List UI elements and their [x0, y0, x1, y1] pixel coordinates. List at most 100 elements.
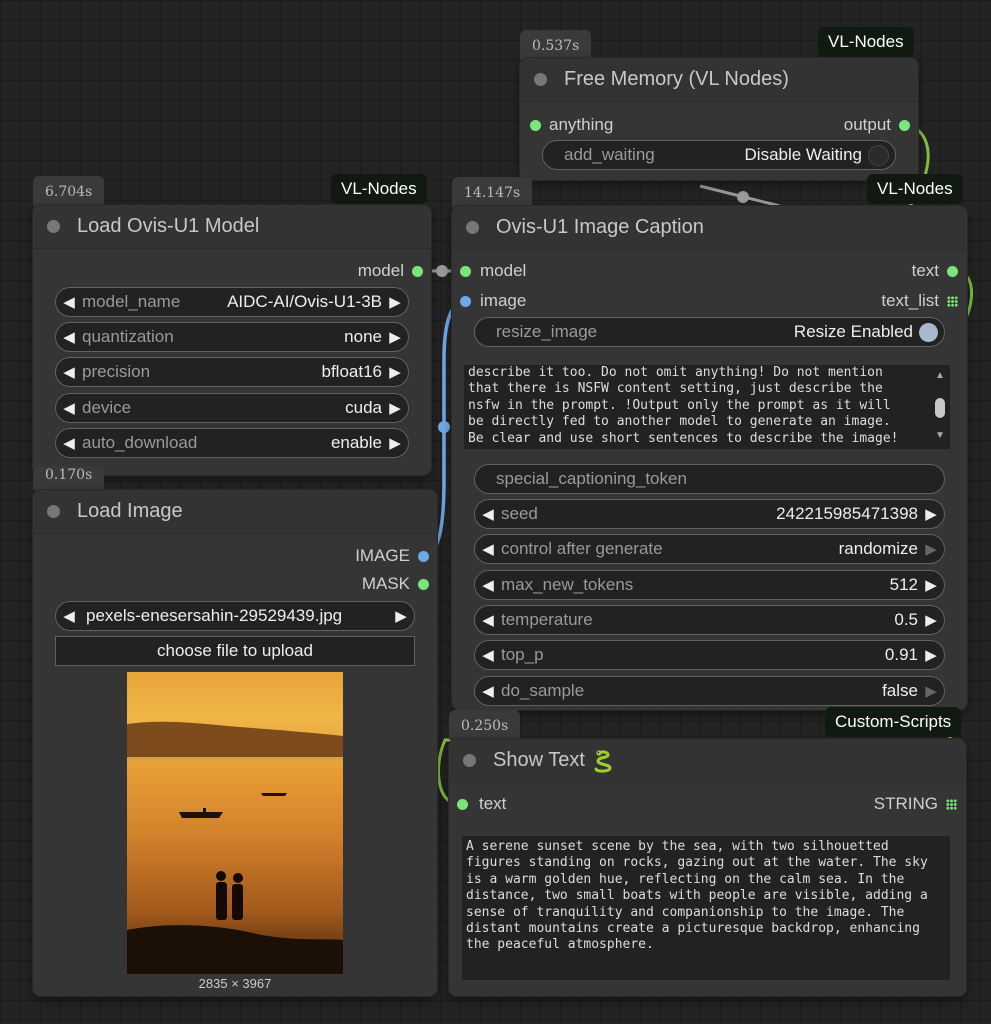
slot-output-model[interactable]: model	[358, 261, 423, 281]
widget-placeholder: special_captioning_token	[496, 469, 687, 488]
widget-precision[interactable]: ◀ precision bfloat16 ▶	[55, 357, 409, 387]
widget-value: randomize	[838, 539, 918, 558]
slot-label: model	[480, 261, 527, 280]
collapse-dot[interactable]	[466, 221, 479, 234]
right-arrow-icon[interactable]: ▶	[918, 611, 944, 629]
widget-label: device	[82, 398, 132, 417]
output-dot[interactable]	[412, 265, 423, 277]
upload-button[interactable]: choose file to upload	[55, 636, 415, 666]
right-arrow-icon[interactable]: ▶	[918, 646, 944, 664]
list-grid-icon[interactable]	[946, 798, 957, 810]
output-dot[interactable]	[418, 578, 429, 590]
left-arrow-icon[interactable]: ◀	[475, 540, 501, 558]
right-arrow-icon[interactable]: ▶	[382, 293, 408, 311]
slot-output-text-list[interactable]: text_list	[881, 291, 958, 311]
widget-control-after-generate[interactable]: ◀ control after generate randomize ▶	[474, 534, 945, 564]
widget-device[interactable]: ◀ device cuda ▶	[55, 393, 409, 423]
scroll-up-icon[interactable]: ▲	[935, 370, 945, 381]
left-arrow-icon[interactable]: ◀	[475, 682, 501, 700]
widget-temperature[interactable]: ◀ temperature 0.5 ▶	[474, 605, 945, 635]
widget-model-name[interactable]: ◀ model_name AIDC-AI/Ovis-U1-3B ▶	[55, 287, 409, 317]
slot-output-mask[interactable]: MASK	[362, 574, 429, 594]
toggle-knob-off[interactable]	[868, 144, 889, 166]
left-arrow-icon[interactable]: ◀	[56, 328, 82, 346]
widget-label: model_name	[82, 292, 181, 311]
right-arrow-icon[interactable]: ▶	[918, 682, 944, 700]
right-arrow-icon[interactable]: ▶	[918, 576, 944, 594]
slot-input-model[interactable]: model	[460, 261, 526, 281]
left-arrow-icon[interactable]: ◀	[475, 646, 501, 664]
collapse-dot[interactable]	[47, 220, 60, 233]
right-arrow-icon[interactable]: ▶	[918, 505, 944, 523]
right-arrow-icon[interactable]: ▶	[382, 328, 408, 346]
resize-image-toggle[interactable]: resize_image Resize Enabled	[474, 317, 945, 347]
load-model-header[interactable]: Load Ovis-U1 Model	[33, 205, 431, 249]
widget-auto-download[interactable]: ◀ auto_download enable ▶	[55, 428, 409, 458]
scroll-thumb[interactable]	[935, 398, 945, 418]
right-arrow-icon[interactable]: ▶	[918, 540, 944, 558]
caption-title: Ovis-U1 Image Caption	[496, 216, 704, 238]
widget-top-p[interactable]: ◀ top_p 0.91 ▶	[474, 640, 945, 670]
show-text-tag: Custom-Scripts	[825, 707, 962, 737]
slot-output[interactable]: output	[844, 115, 910, 135]
left-arrow-icon[interactable]: ◀	[56, 434, 82, 452]
input-dot[interactable]	[530, 119, 541, 131]
widget-value: none	[344, 327, 382, 346]
collapse-dot[interactable]	[463, 754, 476, 767]
free-memory-header[interactable]: Free Memory (VL Nodes)	[520, 58, 918, 102]
node-image-caption[interactable]: Ovis-U1 Image Caption model image text t…	[452, 206, 967, 710]
toggle-knob-on[interactable]	[919, 322, 938, 342]
output-dot[interactable]	[947, 265, 958, 277]
slot-input-anything[interactable]: anything	[530, 115, 613, 135]
node-load-image[interactable]: Load Image IMAGE MASK ◀ pexels-enesersah…	[33, 490, 437, 996]
slot-output-string[interactable]: STRING	[874, 794, 957, 814]
prompt-scrollbar[interactable]: ▲ ▼	[930, 365, 950, 449]
image-file-select[interactable]: ◀ pexels-enesersahin-29529439.jpg ▶	[55, 601, 415, 631]
load-image-header[interactable]: Load Image	[33, 490, 437, 534]
load-image-title: Load Image	[77, 500, 183, 522]
input-dot[interactable]	[460, 265, 471, 277]
right-arrow-icon[interactable]: ▶	[382, 363, 408, 381]
left-arrow-icon[interactable]: ◀	[475, 611, 501, 629]
slot-label: image	[480, 291, 527, 310]
left-arrow-icon[interactable]: ◀	[475, 576, 501, 594]
right-arrow-icon[interactable]: ▶	[382, 399, 408, 417]
load-model-title: Load Ovis-U1 Model	[77, 215, 260, 237]
widget-quantization[interactable]: ◀ quantization none ▶	[55, 322, 409, 352]
collapse-dot[interactable]	[534, 73, 547, 86]
widget-seed[interactable]: ◀ seed 242215985471398 ▶	[474, 499, 945, 529]
widget-label: max_new_tokens	[501, 575, 634, 594]
left-arrow-icon[interactable]: ◀	[475, 505, 501, 523]
caption-header[interactable]: Ovis-U1 Image Caption	[452, 206, 967, 250]
add-waiting-toggle[interactable]: add_waiting Disable Waiting	[542, 140, 896, 170]
slot-input-image[interactable]: image	[460, 291, 526, 311]
caption-tag: VL-Nodes	[867, 174, 963, 204]
load-image-time: 0.170s	[33, 466, 105, 490]
slot-input-text[interactable]: text	[457, 794, 506, 814]
slot-output-text[interactable]: text	[912, 261, 958, 281]
scroll-down-icon[interactable]: ▼	[935, 430, 945, 441]
output-dot[interactable]	[418, 550, 429, 562]
widget-max-new-tokens[interactable]: ◀ max_new_tokens 512 ▶	[474, 570, 945, 600]
left-arrow-icon[interactable]: ◀	[56, 363, 82, 381]
widget-do-sample[interactable]: ◀ do_sample false ▶	[474, 676, 945, 706]
right-arrow-icon[interactable]: ▶	[382, 434, 408, 452]
widget-label: auto_download	[82, 433, 198, 452]
left-arrow-icon[interactable]: ◀	[56, 607, 82, 625]
prompt-textarea[interactable]: describe it too. Do not omit anything! D…	[464, 365, 930, 449]
show-text-header[interactable]: Show Text	[449, 739, 966, 783]
special-token-input[interactable]: special_captioning_token	[474, 464, 945, 494]
input-dot[interactable]	[460, 295, 471, 307]
left-arrow-icon[interactable]: ◀	[56, 399, 82, 417]
left-arrow-icon[interactable]: ◀	[56, 293, 82, 311]
node-load-model[interactable]: Load Ovis-U1 Model model ◀ model_name AI…	[33, 205, 431, 475]
collapse-dot[interactable]	[47, 505, 60, 518]
output-dot[interactable]	[899, 119, 910, 131]
slot-output-image[interactable]: IMAGE	[355, 546, 429, 566]
input-dot[interactable]	[457, 798, 468, 810]
node-free-memory[interactable]: Free Memory (VL Nodes) anything output a…	[520, 58, 918, 180]
right-arrow-icon[interactable]: ▶	[388, 607, 414, 625]
list-grid-icon[interactable]	[947, 295, 958, 307]
output-text-area[interactable]: A serene sunset scene by the sea, with t…	[462, 836, 950, 980]
node-show-text[interactable]: Show Text text STRING A serene sunset sc…	[449, 739, 966, 996]
